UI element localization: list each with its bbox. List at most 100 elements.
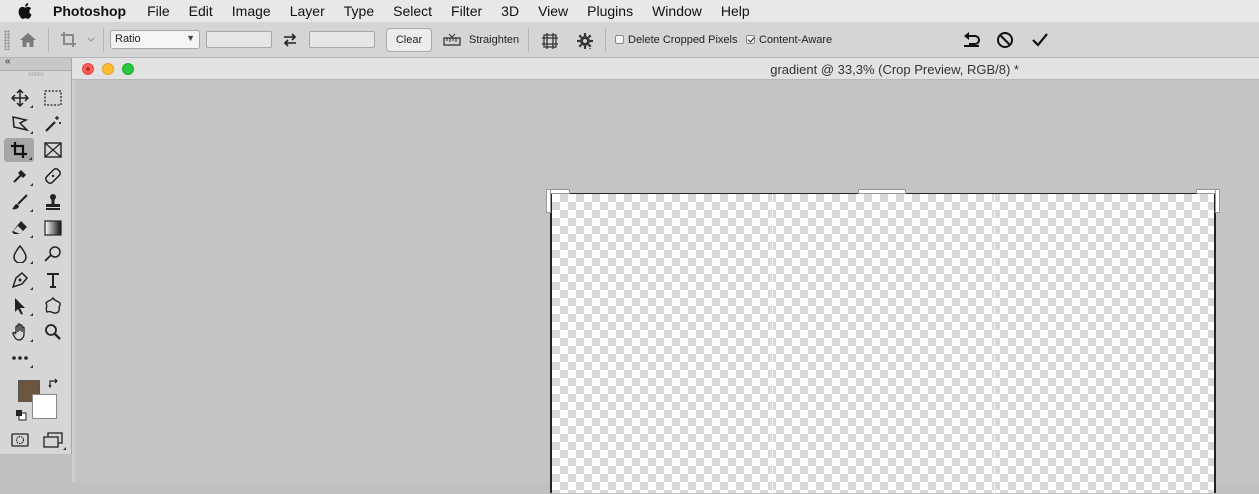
stamp-icon <box>46 194 60 210</box>
zoom-window-button[interactable] <box>122 63 134 75</box>
arrow-cursor-icon <box>15 298 25 315</box>
brush-icon <box>12 194 28 210</box>
document-title: gradient @ 33,3% (Crop Preview, RGB/8) * <box>770 62 1019 77</box>
healing-brush-tool[interactable] <box>38 164 68 188</box>
apple-icon[interactable] <box>18 3 36 19</box>
clone-stamp-tool[interactable] <box>38 190 68 214</box>
options-separator <box>528 28 529 52</box>
eyedropper-icon <box>13 170 26 183</box>
options-separator <box>48 28 49 52</box>
magic-wand-tool[interactable] <box>38 112 68 136</box>
quick-mask-button[interactable] <box>5 428 35 452</box>
options-bar-grip[interactable] <box>4 30 10 50</box>
swap-dimensions-icon[interactable] <box>279 30 301 50</box>
document-title-bar[interactable]: gradient @ 33,3% (Crop Preview, RGB/8) * <box>72 58 1259 80</box>
straighten-ruler-icon[interactable] <box>441 31 463 49</box>
crop-handle-top-right-vertical[interactable] <box>1215 189 1220 213</box>
menu-window[interactable]: Window <box>652 3 702 19</box>
menu-view[interactable]: View <box>538 3 568 19</box>
pen-tool[interactable] <box>5 268 35 292</box>
tools-panel: « <box>0 56 72 454</box>
hand-tool[interactable] <box>5 320 35 344</box>
menu-select[interactable]: Select <box>393 3 432 19</box>
hand-icon <box>12 323 25 341</box>
options-separator <box>605 28 606 52</box>
ratio-select-value: Ratio <box>115 33 141 45</box>
menu-type[interactable]: Type <box>344 3 374 19</box>
lasso-tool[interactable] <box>5 112 35 136</box>
crop-handle-top-left-vertical[interactable] <box>546 189 551 213</box>
menu-plugins[interactable]: Plugins <box>587 3 633 19</box>
document-window-edge <box>72 80 75 482</box>
home-icon[interactable] <box>16 29 40 51</box>
crop-grid-line <box>994 194 995 494</box>
menu-layer[interactable]: Layer <box>290 3 325 19</box>
crop-height-field[interactable] <box>309 31 375 48</box>
quick-mask-icon <box>11 433 29 447</box>
type-tool[interactable] <box>38 268 68 292</box>
cancel-crop-icon[interactable] <box>993 29 1017 51</box>
crop-width-field[interactable] <box>206 31 272 48</box>
custom-shape-tool[interactable] <box>38 294 68 318</box>
ratio-select[interactable]: Ratio ▼ <box>110 30 200 49</box>
bandage-icon <box>45 168 61 184</box>
crop-tool[interactable] <box>4 138 34 162</box>
background-color-swatch[interactable] <box>32 394 57 419</box>
straighten-label[interactable]: Straighten <box>469 34 519 46</box>
menu-bar: Photoshop File Edit Image Layer Type Sel… <box>0 0 1259 22</box>
content-aware-label[interactable]: Content-Aware <box>759 34 832 46</box>
rectangular-marquee-icon <box>44 90 62 106</box>
more-icon <box>12 356 28 360</box>
zoom-tool[interactable] <box>38 320 68 344</box>
frame-tool[interactable] <box>38 138 68 162</box>
commit-crop-icon[interactable] <box>1028 29 1052 51</box>
edit-toolbar-button[interactable] <box>5 346 35 370</box>
blur-tool[interactable] <box>5 242 35 266</box>
minimize-window-button[interactable] <box>102 63 114 75</box>
crop-handle-top-middle[interactable] <box>858 189 906 194</box>
drop-icon <box>13 245 27 263</box>
magnifier-icon <box>45 324 61 340</box>
menu-filter[interactable]: Filter <box>451 3 482 19</box>
menu-help[interactable]: Help <box>721 3 750 19</box>
content-aware-checkbox[interactable] <box>746 35 755 44</box>
dodge-tool[interactable] <box>38 242 68 266</box>
overlay-grid-icon[interactable] <box>538 30 562 52</box>
gradient-tool[interactable] <box>38 216 68 240</box>
delete-cropped-pixels-label[interactable]: Delete Cropped Pixels <box>628 34 737 46</box>
close-window-button[interactable] <box>82 63 94 75</box>
collapse-panel-icon[interactable]: « <box>5 56 11 67</box>
tools-panel-grip[interactable] <box>28 72 44 76</box>
menu-file[interactable]: File <box>147 3 170 19</box>
delete-cropped-pixels-checkbox[interactable] <box>615 35 624 44</box>
path-selection-tool[interactable] <box>5 294 35 318</box>
chevron-down-icon: ▼ <box>186 33 195 43</box>
gear-icon[interactable] <box>573 30 597 52</box>
menu-app-photoshop[interactable]: Photoshop <box>53 3 126 19</box>
pen-icon <box>11 271 29 289</box>
menu-image[interactable]: Image <box>232 3 271 19</box>
magic-wand-icon <box>45 116 61 132</box>
crop-preset-picker-icon[interactable] <box>58 28 98 52</box>
crop-grid-line <box>772 194 773 494</box>
clear-button[interactable]: Clear <box>386 28 432 52</box>
marquee-tool[interactable] <box>38 86 68 110</box>
frame-icon <box>44 142 62 158</box>
crop-canvas[interactable] <box>550 193 1216 494</box>
move-icon <box>11 89 29 107</box>
eraser-icon <box>12 221 27 234</box>
document-window: gradient @ 33,3% (Crop Preview, RGB/8) * <box>72 58 1259 494</box>
menu-edit[interactable]: Edit <box>189 3 213 19</box>
tools-panel-header[interactable]: « <box>0 56 71 71</box>
default-colors-icon[interactable] <box>15 408 27 421</box>
menu-3d[interactable]: 3D <box>501 3 519 19</box>
brush-tool[interactable] <box>5 190 35 214</box>
dodge-icon <box>44 246 61 262</box>
custom-shape-icon <box>45 297 61 314</box>
eraser-tool[interactable] <box>5 216 35 240</box>
swap-colors-icon[interactable] <box>47 377 61 391</box>
eyedropper-tool[interactable] <box>5 164 35 188</box>
reset-crop-icon[interactable] <box>960 29 984 51</box>
screen-mode-button[interactable] <box>38 428 68 452</box>
move-tool[interactable] <box>5 86 35 110</box>
